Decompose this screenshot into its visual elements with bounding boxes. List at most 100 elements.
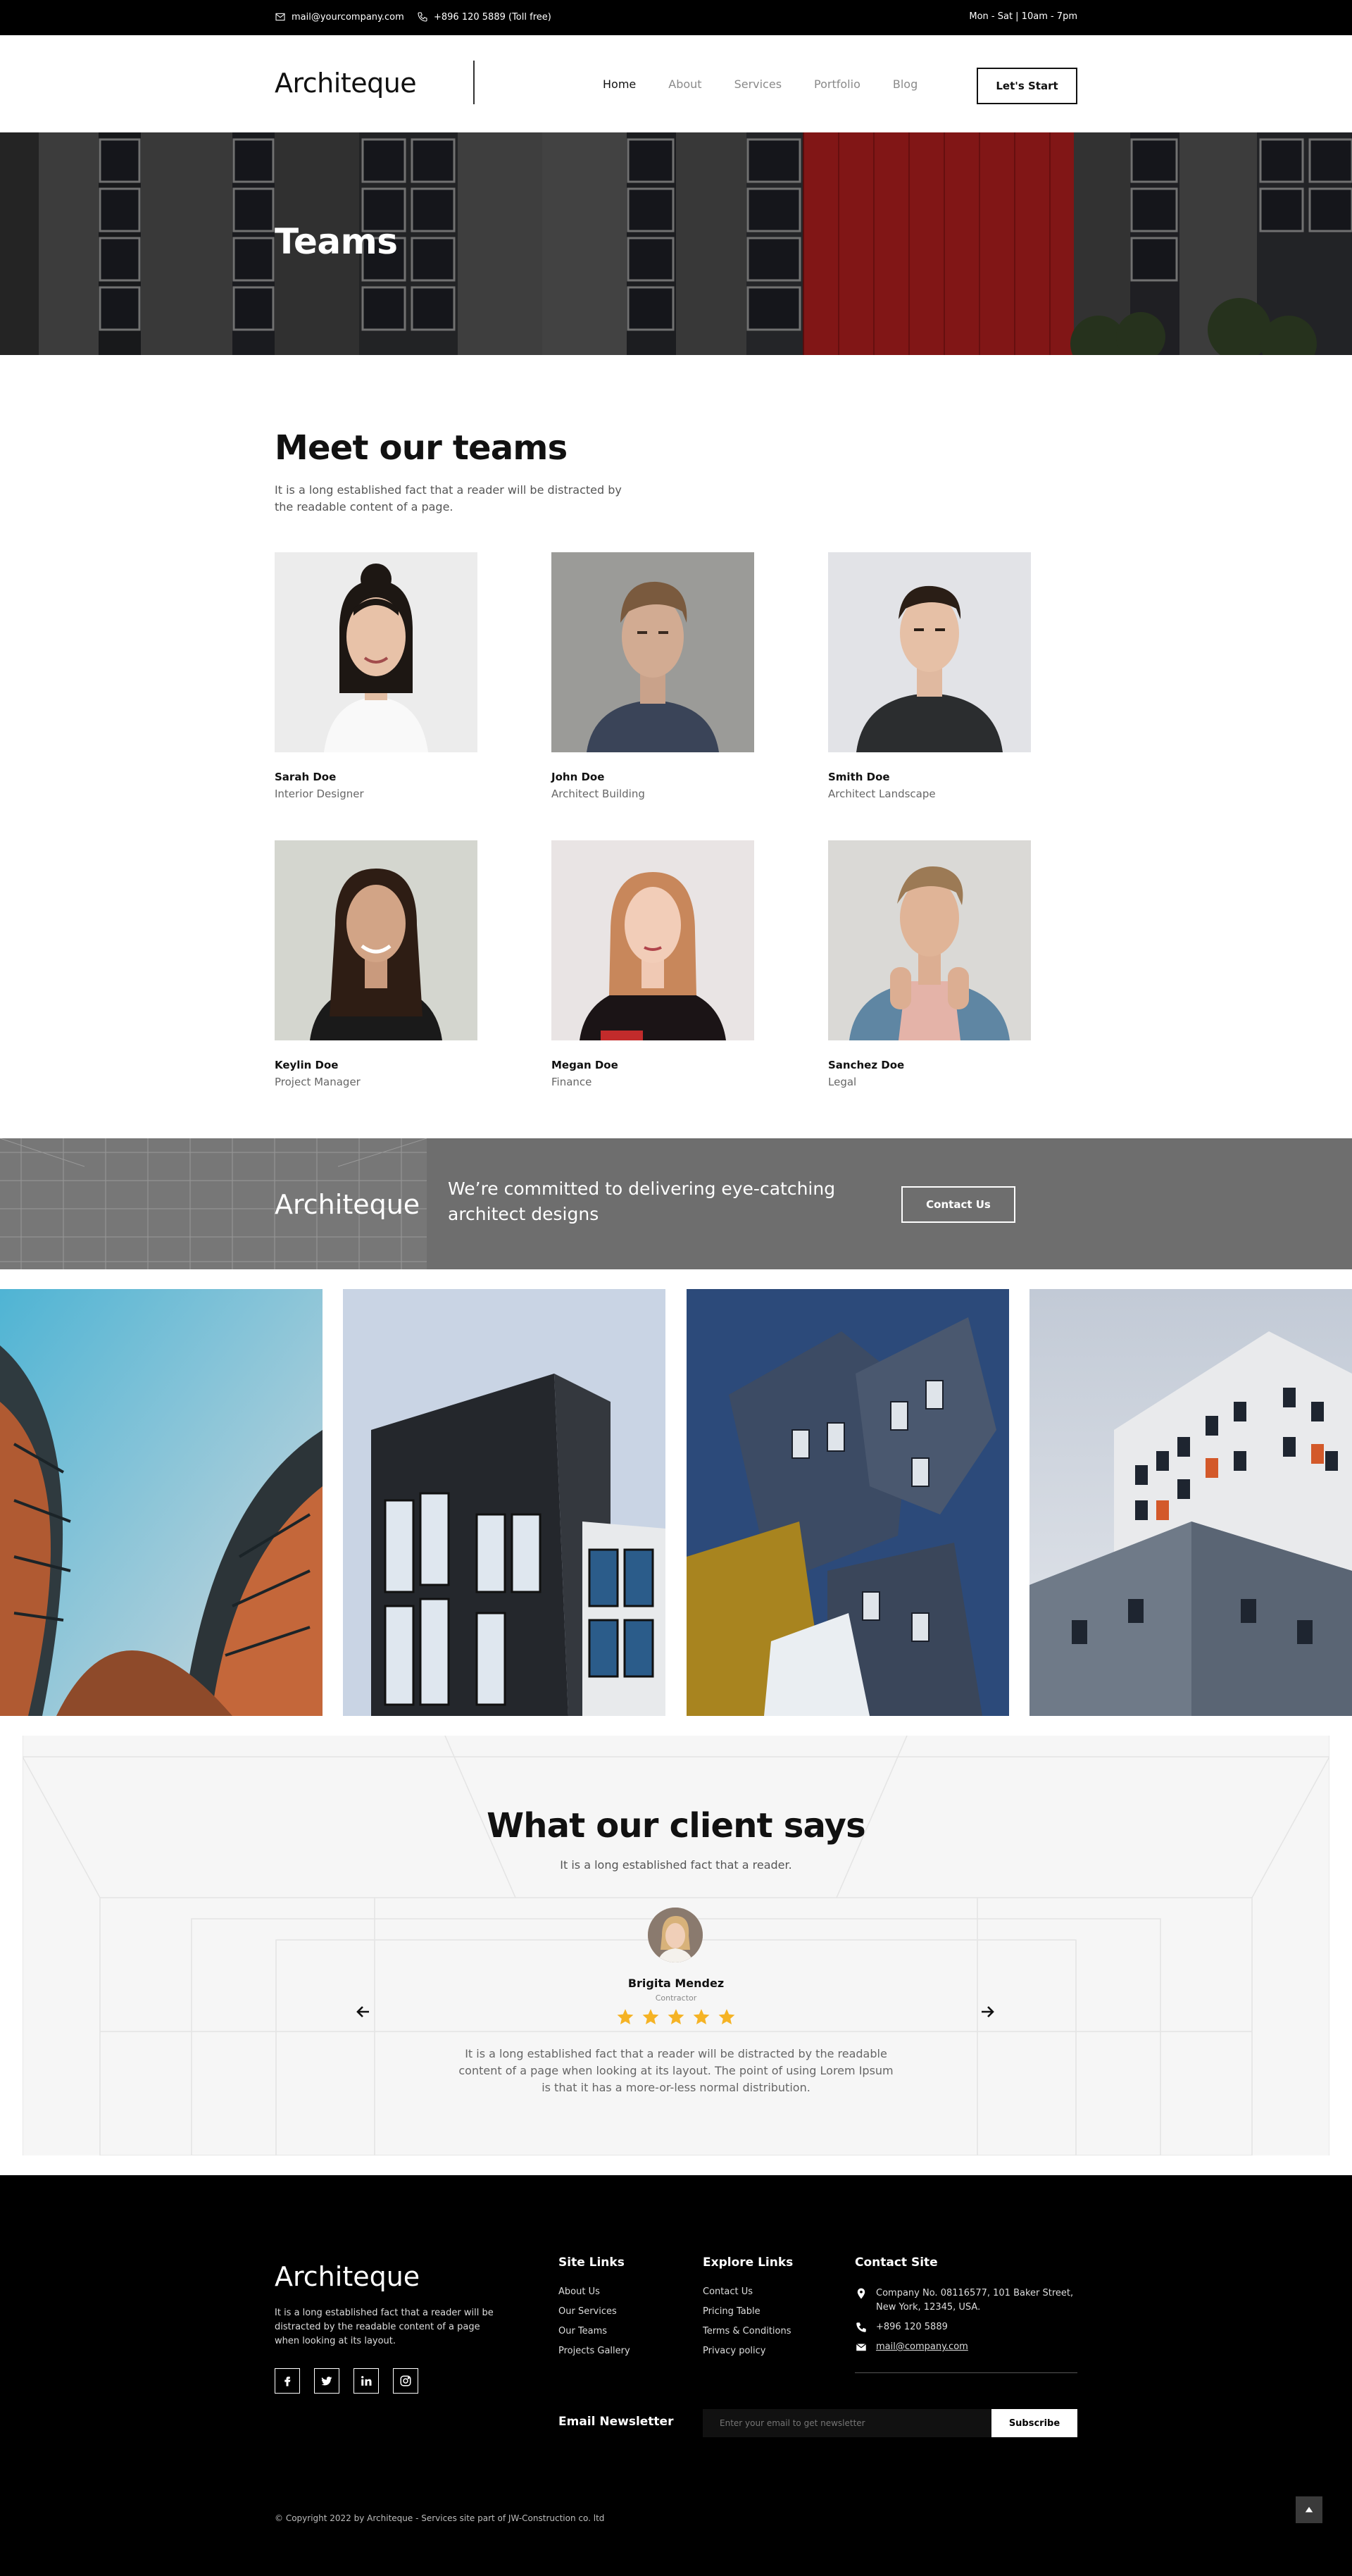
footer-link-contact-us[interactable]: Contact Us — [703, 2286, 793, 2297]
facebook-icon — [284, 2377, 291, 2387]
contact-email[interactable]: mail@company.com — [855, 2340, 1077, 2354]
footer-about-text: It is a long established fact that a rea… — [275, 2308, 494, 2346]
prev-testimonial-button[interactable] — [349, 1998, 377, 2026]
subscribe-button[interactable]: Subscribe — [991, 2409, 1077, 2437]
gallery-image[interactable] — [343, 1289, 665, 1716]
footer-divider — [855, 2372, 1077, 2373]
team-member-card[interactable]: Megan Doe Finance — [551, 840, 754, 1088]
main-nav: Home About Services Portfolio Blog — [603, 77, 950, 91]
gallery-image[interactable] — [1029, 1289, 1352, 1716]
instagram-icon — [400, 2375, 411, 2387]
nav-portfolio[interactable]: Portfolio — [814, 77, 860, 91]
phone-icon — [418, 12, 427, 22]
testimonial-section: What our client says It is a long establ… — [23, 1736, 1329, 2155]
team-member-card[interactable]: Smith Doe Architect Landscape — [828, 552, 1031, 800]
newsletter-label: Email Newsletter — [558, 2415, 674, 2429]
site-header: Architeque Home About Services Portfolio… — [0, 35, 1352, 132]
team-member-card[interactable]: Keylin Doe Project Manager — [275, 840, 477, 1088]
next-testimonial-button[interactable] — [973, 1998, 1001, 2026]
team-member-role: Architect Landscape — [828, 788, 936, 800]
site-logo[interactable]: Architeque — [275, 68, 417, 99]
nav-services[interactable]: Services — [734, 77, 782, 91]
footer-link-projects-gallery[interactable]: Projects Gallery — [558, 2346, 630, 2356]
cta-logo: Architeque — [275, 1189, 420, 1220]
gallery-image[interactable] — [0, 1289, 323, 1716]
contact-us-button[interactable]: Contact Us — [901, 1186, 1015, 1223]
team-section-title: Meet our teams — [275, 428, 568, 468]
gallery-image[interactable] — [687, 1289, 1009, 1716]
envelope-icon — [275, 13, 285, 21]
footer-link-our-teams[interactable]: Our Teams — [558, 2326, 630, 2337]
site-links-column: Site Links About Us Our Services Our Tea… — [558, 2255, 630, 2365]
team-member-role: Finance — [551, 1076, 592, 1088]
client-role: Contractor — [655, 1993, 697, 2003]
team-member-photo — [828, 840, 1031, 1040]
arrow-right-icon — [982, 2006, 994, 2017]
chevron-up-icon — [1305, 2506, 1313, 2513]
team-member-photo — [551, 840, 754, 1040]
linkedin-link[interactable] — [353, 2368, 379, 2394]
topbar-email-text: mail@yourcompany.com — [292, 11, 404, 23]
topbar-email[interactable]: mail@yourcompany.com — [275, 11, 404, 23]
topbar-phone[interactable]: +896 120 5889 (Toll free) — [417, 11, 551, 23]
team-member-photo — [275, 552, 477, 752]
team-member-card[interactable]: John Doe Architect Building — [551, 552, 754, 800]
team-member-role: Legal — [828, 1076, 857, 1088]
twitter-icon — [321, 2377, 332, 2386]
team-member-name: Megan Doe — [551, 1059, 618, 1071]
team-member-name: Sanchez Doe — [828, 1059, 905, 1071]
contact-phone[interactable]: +896 120 5889 — [855, 2320, 1077, 2334]
newsletter-email-input[interactable] — [703, 2409, 991, 2437]
footer-link-about-us[interactable]: About Us — [558, 2286, 630, 2297]
contact-column: Contact Site Company No. 08116577, 101 B… — [855, 2255, 1077, 2360]
location-pin-icon — [857, 2288, 865, 2299]
phone-icon — [856, 2322, 866, 2332]
star-icon — [668, 2009, 684, 2024]
team-member-card[interactable]: Sanchez Doe Legal — [828, 840, 1031, 1088]
footer-link-pricing-table[interactable]: Pricing Table — [703, 2306, 793, 2317]
footer-link-privacy-policy[interactable]: Privacy policy — [703, 2346, 793, 2356]
facebook-link[interactable] — [275, 2368, 300, 2394]
twitter-link[interactable] — [314, 2368, 339, 2394]
testimonial-subtitle: It is a long established fact that a rea… — [560, 1858, 792, 1872]
topbar-hours: Mon - Sat | 10am - 7pm — [969, 11, 1077, 22]
footer-link-terms[interactable]: Terms & Conditions — [703, 2326, 793, 2337]
team-member-name: Smith Doe — [828, 771, 890, 783]
team-member-role: Architect Building — [551, 788, 645, 800]
topbar-hours-text: Mon - Sat | 10am - 7pm — [969, 11, 1077, 22]
rating-stars — [616, 2008, 736, 2026]
team-member-name: Sarah Doe — [275, 771, 337, 783]
team-member-name: Keylin Doe — [275, 1059, 339, 1071]
contact-email-text: mail@company.com — [876, 2341, 968, 2352]
nav-about[interactable]: About — [668, 77, 701, 91]
footer-link-our-services[interactable]: Our Services — [558, 2306, 630, 2317]
nav-blog[interactable]: Blog — [893, 77, 918, 91]
team-member-role: Interior Designer — [275, 788, 364, 800]
hero-building-image — [0, 132, 1352, 355]
client-avatar — [648, 1908, 703, 1962]
mail-icon — [856, 2344, 867, 2351]
instagram-link[interactable] — [393, 2368, 418, 2394]
arrow-left-icon — [356, 2006, 369, 2017]
top-bar: mail@yourcompany.com +896 120 5889 (Toll… — [0, 0, 1352, 35]
team-section-subtitle: It is a long established fact that a rea… — [275, 483, 622, 514]
testimonial-quote: It is a long established fact that a rea… — [458, 2047, 894, 2094]
nav-home[interactable]: Home — [603, 77, 636, 91]
hero-banner: Teams — [0, 132, 1352, 355]
star-icon — [693, 2009, 710, 2024]
logo-divider — [473, 61, 475, 104]
contact-title: Contact Site — [855, 2255, 938, 2270]
contact-address: Company No. 08116577, 101 Baker Street, … — [855, 2286, 1077, 2315]
star-icon — [718, 2009, 735, 2024]
explore-links-title: Explore Links — [703, 2255, 794, 2270]
star-icon — [642, 2009, 659, 2024]
team-member-photo — [275, 840, 477, 1040]
lets-start-button[interactable]: Let's Start — [977, 68, 1077, 104]
star-icon — [617, 2009, 634, 2024]
footer-logo[interactable]: Architeque — [275, 2261, 420, 2292]
scroll-to-top-button[interactable] — [1296, 2496, 1322, 2523]
testimonial-title: What our client says — [487, 1806, 866, 1846]
team-member-card[interactable]: Sarah Doe Interior Designer — [275, 552, 477, 800]
social-links — [275, 2368, 418, 2394]
cta-band: Architeque We’re committed to delivering… — [0, 1138, 1352, 1269]
